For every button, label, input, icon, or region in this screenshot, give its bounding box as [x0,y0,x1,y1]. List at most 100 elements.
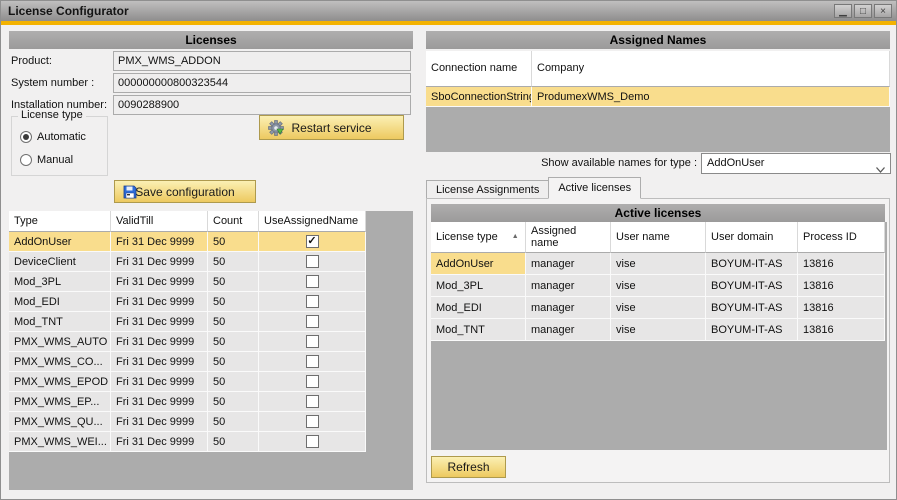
license-type-cell[interactable]: Mod_3PL [9,272,111,292]
active-process-id-cell[interactable]: 13816 [798,253,885,275]
license-table-column-header[interactable]: UseAssignedName [259,211,366,232]
active-user-name-cell[interactable]: vise [611,253,706,275]
license-type-manual-option[interactable]: Manual [20,153,73,167]
refresh-button[interactable]: Refresh [431,456,506,478]
valid-till-cell[interactable]: Fri 31 Dec 9999 [111,252,208,272]
installation-number-field[interactable]: 0090288900 [113,95,411,115]
active-license-type-cell[interactable]: AddOnUser [431,253,526,275]
use-assigned-name-checkbox[interactable] [306,375,319,388]
license-table-column-header[interactable]: Count [208,211,259,232]
count-cell[interactable]: 50 [208,252,259,272]
active-process-id-cell[interactable]: 13816 [798,297,885,319]
count-cell[interactable]: 50 [208,412,259,432]
license-table-row[interactable]: Mod_3PLFri 31 Dec 999950 [9,272,413,292]
names-table-column-header[interactable]: Company [532,51,890,87]
active-licenses-column-header[interactable]: User name [611,222,706,253]
use-assigned-name-checkbox[interactable] [306,355,319,368]
active-license-type-cell[interactable]: Mod_3PL [431,275,526,297]
valid-till-cell[interactable]: Fri 31 Dec 9999 [111,332,208,352]
use-assigned-name-cell[interactable] [259,312,366,332]
product-field[interactable]: PMX_WMS_ADDON [113,51,411,71]
maximize-button[interactable]: □ [854,4,872,18]
system-number-field[interactable]: 000000000800323544 [113,73,411,93]
count-cell[interactable]: 50 [208,312,259,332]
license-table-row[interactable]: AddOnUserFri 31 Dec 999950✓ [9,232,413,252]
count-cell[interactable]: 50 [208,352,259,372]
use-assigned-name-cell[interactable]: ✓ [259,232,366,252]
active-licenses-column-header[interactable]: License type▲ [431,222,526,253]
active-user-domain-cell[interactable]: BOYUM-IT-AS [706,319,798,341]
license-table-row[interactable]: PMX_WMS_QU...Fri 31 Dec 999950 [9,412,413,432]
count-cell[interactable]: 50 [208,392,259,412]
license-table-row[interactable]: PMX_WMS_EP...Fri 31 Dec 999950 [9,392,413,412]
active-licenses-column-header[interactable]: Assigned name [526,222,611,253]
active-licenses-row[interactable]: Mod_EDImanagerviseBOYUM-IT-AS13816 [431,297,887,319]
valid-till-cell[interactable]: Fri 31 Dec 9999 [111,372,208,392]
active-process-id-cell[interactable]: 13816 [798,275,885,297]
name-type-dropdown[interactable]: AddOnUser [701,153,891,174]
close-button[interactable]: × [874,4,892,18]
valid-till-cell[interactable]: Fri 31 Dec 9999 [111,392,208,412]
radio-manual-icon[interactable] [20,154,32,166]
use-assigned-name-cell[interactable] [259,372,366,392]
valid-till-cell[interactable]: Fri 31 Dec 9999 [111,232,208,252]
valid-till-cell[interactable]: Fri 31 Dec 9999 [111,272,208,292]
use-assigned-name-checkbox[interactable] [306,435,319,448]
names-table-column-header[interactable]: Connection name [426,51,532,87]
license-type-cell[interactable]: PMX_WMS_QU... [9,412,111,432]
count-cell[interactable]: 50 [208,372,259,392]
use-assigned-name-checkbox[interactable] [306,415,319,428]
count-cell[interactable]: 50 [208,332,259,352]
radio-automatic-icon[interactable] [20,131,32,143]
license-table-row[interactable]: DeviceClientFri 31 Dec 999950 [9,252,413,272]
license-type-cell[interactable]: PMX_WMS_WEI... [9,432,111,452]
count-cell[interactable]: 50 [208,272,259,292]
license-table-row[interactable]: PMX_WMS_AUTOFri 31 Dec 999950 [9,332,413,352]
license-table-column-header[interactable]: Type [9,211,111,232]
use-assigned-name-cell[interactable] [259,412,366,432]
names-table-row[interactable]: SboConnectionStringProdumexWMS_Demo [426,87,890,107]
connection-name-cell[interactable]: SboConnectionString [426,87,532,107]
active-licenses-row[interactable]: AddOnUsermanagerviseBOYUM-IT-AS13816 [431,253,887,275]
active-user-name-cell[interactable]: vise [611,275,706,297]
license-type-automatic-option[interactable]: Automatic [20,130,86,144]
license-table-row[interactable]: Mod_TNTFri 31 Dec 999950 [9,312,413,332]
license-type-cell[interactable]: PMX_WMS_AUTO [9,332,111,352]
save-configuration-button[interactable]: Save configuration [114,180,256,203]
use-assigned-name-cell[interactable] [259,272,366,292]
use-assigned-name-checkbox[interactable] [306,275,319,288]
active-assigned-name-cell[interactable]: manager [526,297,611,319]
license-table-row[interactable]: PMX_WMS_CO...Fri 31 Dec 999950 [9,352,413,372]
restart-service-button[interactable]: Restart service [259,115,404,140]
license-table-row[interactable]: PMX_WMS_WEI...Fri 31 Dec 999950 [9,432,413,452]
title-bar[interactable]: License Configurator ▁ □ × [1,1,896,21]
active-assigned-name-cell[interactable]: manager [526,275,611,297]
use-assigned-name-checkbox[interactable] [306,395,319,408]
active-licenses-row[interactable]: Mod_3PLmanagerviseBOYUM-IT-AS13816 [431,275,887,297]
active-assigned-name-cell[interactable]: manager [526,253,611,275]
valid-till-cell[interactable]: Fri 31 Dec 9999 [111,352,208,372]
tab-license-assignments[interactable]: License Assignments [426,180,549,199]
license-type-cell[interactable]: PMX_WMS_CO... [9,352,111,372]
use-assigned-name-cell[interactable] [259,392,366,412]
use-assigned-name-cell[interactable] [259,432,366,452]
active-license-type-cell[interactable]: Mod_TNT [431,319,526,341]
active-licenses-row[interactable]: Mod_TNTmanagerviseBOYUM-IT-AS13816 [431,319,887,341]
license-table-row[interactable]: Mod_EDIFri 31 Dec 999950 [9,292,413,312]
license-table-column-header[interactable]: ValidTill [111,211,208,232]
active-process-id-cell[interactable]: 13816 [798,319,885,341]
license-type-cell[interactable]: AddOnUser [9,232,111,252]
use-assigned-name-cell[interactable] [259,332,366,352]
license-type-cell[interactable]: Mod_TNT [9,312,111,332]
valid-till-cell[interactable]: Fri 31 Dec 9999 [111,432,208,452]
active-user-domain-cell[interactable]: BOYUM-IT-AS [706,253,798,275]
license-table-row[interactable]: PMX_WMS_EPODFri 31 Dec 999950 [9,372,413,392]
valid-till-cell[interactable]: Fri 31 Dec 9999 [111,412,208,432]
active-user-domain-cell[interactable]: BOYUM-IT-AS [706,297,798,319]
use-assigned-name-checkbox[interactable] [306,315,319,328]
active-licenses-column-header[interactable]: User domain [706,222,798,253]
use-assigned-name-checkbox[interactable]: ✓ [306,235,319,248]
company-cell[interactable]: ProdumexWMS_Demo [532,87,890,107]
active-assigned-name-cell[interactable]: manager [526,319,611,341]
use-assigned-name-checkbox[interactable] [306,335,319,348]
